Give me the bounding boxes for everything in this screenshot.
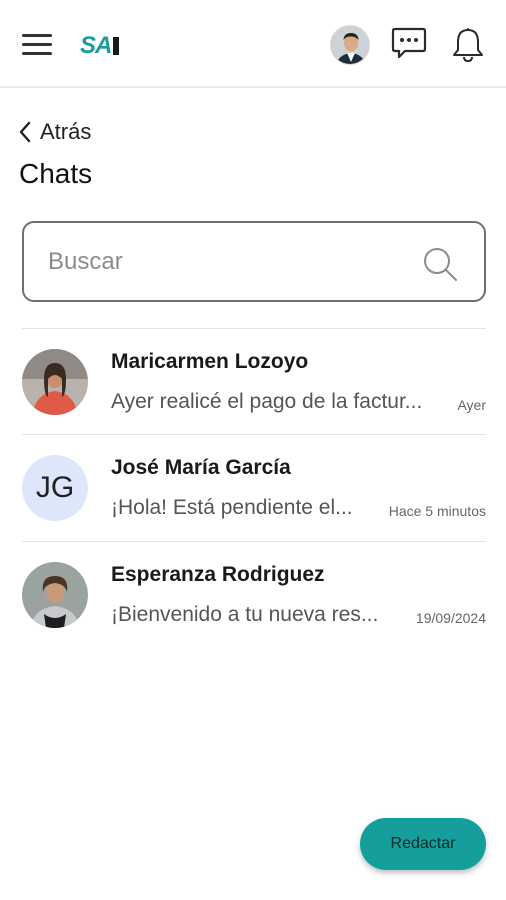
menu-icon-line [22, 52, 52, 55]
avatar-initials: JG [35, 471, 75, 504]
menu-icon-line [22, 43, 52, 46]
contact-name: José María García [111, 456, 291, 479]
chat-list-item[interactable]: Maricarmen Lozoyo Ayer realicé el pago d… [0, 329, 506, 435]
chat-list-item[interactable]: JG José María García ¡Hola! Está pendien… [0, 435, 506, 541]
menu-icon-line [22, 34, 52, 37]
user-avatar-image [331, 26, 369, 64]
logo-text: SA [80, 32, 112, 59]
back-label: Atrás [40, 119, 92, 144]
app-logo[interactable]: SA [80, 32, 120, 59]
compose-button[interactable]: Redactar [360, 818, 486, 870]
contact-name: Maricarmen Lozoyo [111, 350, 309, 373]
message-time: Ayer [457, 397, 486, 413]
contact-avatar [22, 349, 88, 415]
bell-icon[interactable] [450, 26, 486, 64]
page-title: Chats [19, 158, 93, 189]
logo-mark [113, 37, 120, 55]
message-time: 19/09/2024 [415, 610, 486, 626]
chevron-left-icon [19, 121, 31, 143]
search-input[interactable] [48, 241, 408, 283]
chat-bubble-icon[interactable] [390, 26, 428, 62]
search-icon[interactable] [421, 245, 459, 283]
contact-name: Esperanza Rodriguez [111, 563, 325, 586]
contact-avatar: JG [22, 455, 88, 521]
chat-list-item[interactable]: Esperanza Rodriguez ¡Bienvenido a tu nue… [0, 542, 506, 648]
message-preview: ¡Hola! Está pendiente el... [111, 496, 353, 519]
contact-avatar [22, 562, 88, 628]
message-preview: Ayer realicé el pago de la factur... [111, 390, 423, 413]
top-bar: SA [0, 0, 506, 88]
back-link[interactable]: Atrás [18, 118, 91, 146]
search-box [22, 221, 486, 302]
user-avatar[interactable] [330, 25, 370, 65]
message-preview: ¡Bienvenido a tu nueva res... [111, 603, 379, 626]
message-time: Hace 5 minutos [388, 503, 486, 519]
menu-icon[interactable] [22, 34, 54, 56]
